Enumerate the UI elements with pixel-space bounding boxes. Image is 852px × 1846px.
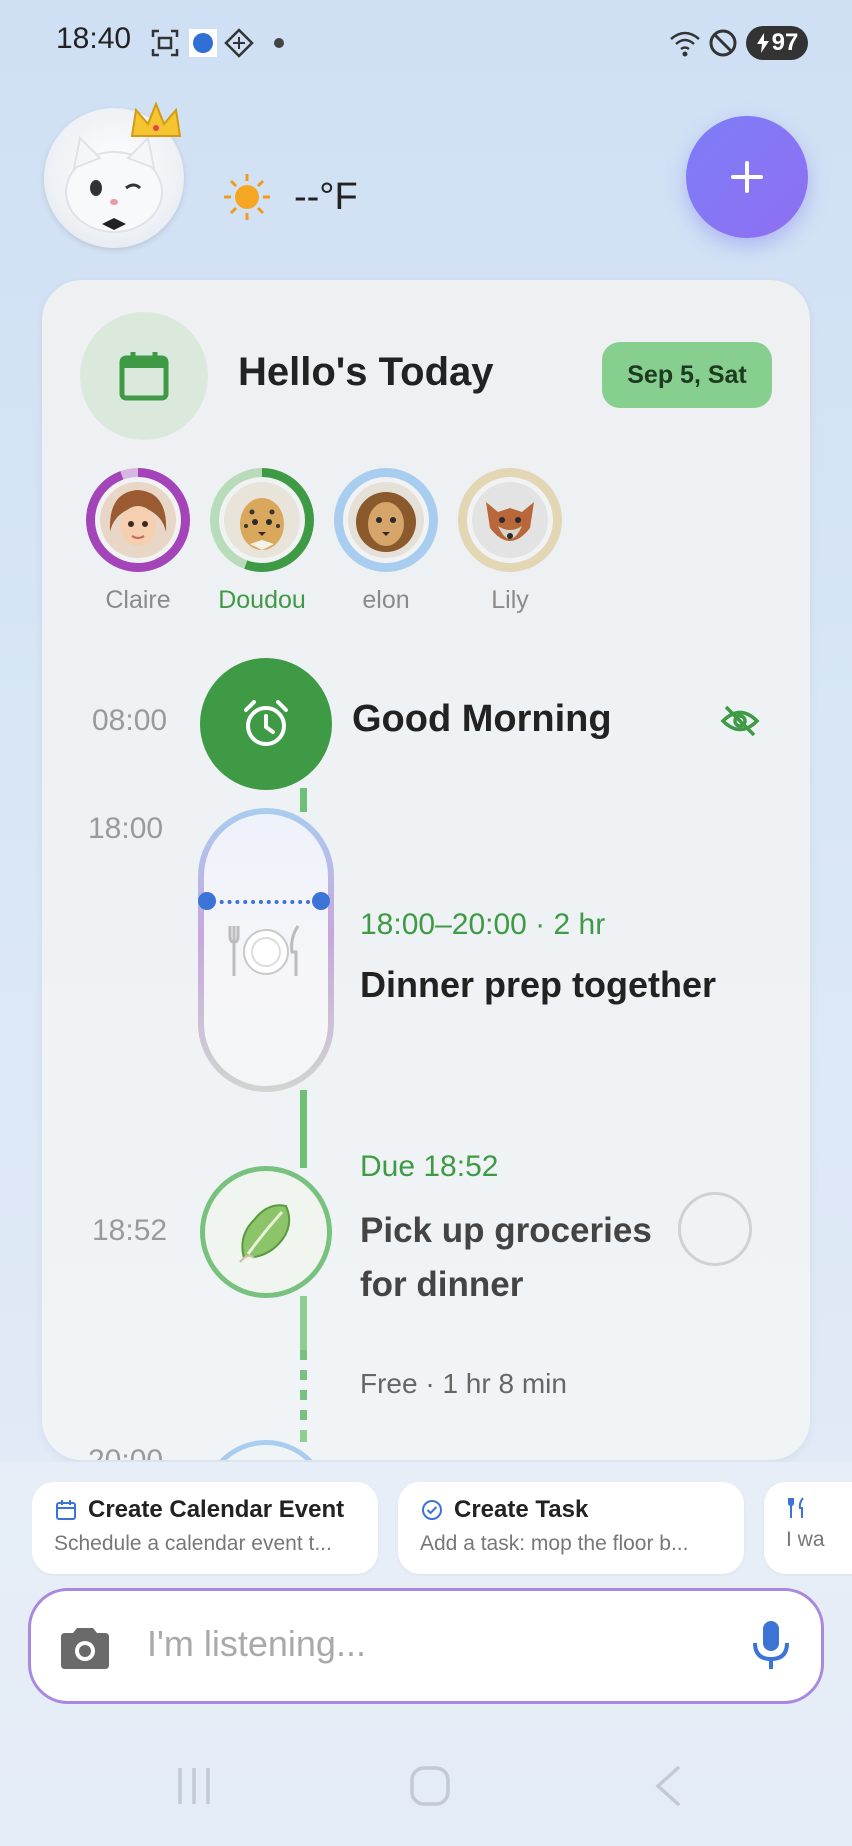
member-ring bbox=[334, 468, 438, 572]
input-placeholder: I'm listening... bbox=[147, 1623, 366, 1664]
system-nav-bar bbox=[0, 1730, 852, 1846]
suggestion-chip-calendar[interactable]: Create Calendar Event Schedule a calenda… bbox=[32, 1482, 378, 1574]
member-list: Claire Doudou elon Lily bbox=[86, 468, 562, 615]
charging-icon bbox=[756, 33, 769, 53]
alarm-clock-icon bbox=[244, 700, 288, 746]
chip-title: Create Task bbox=[454, 1496, 589, 1523]
member-name: Claire bbox=[105, 586, 171, 614]
task-complete-checkbox[interactable] bbox=[678, 1192, 752, 1266]
suggestion-chips: Create Calendar Event Schedule a calenda… bbox=[32, 1482, 852, 1576]
lily-avatar bbox=[467, 477, 553, 563]
back-button[interactable] bbox=[650, 1764, 686, 1813]
time-indicator-dot bbox=[312, 892, 330, 910]
event-pill[interactable] bbox=[204, 814, 328, 1086]
today-card: Hello's Today Sep 5, Sat Claire Doudou e… bbox=[42, 280, 810, 1460]
girl-avatar-icon bbox=[100, 482, 176, 558]
suggestion-chip-meal[interactable]: I wa bbox=[764, 1482, 852, 1574]
plus-icon bbox=[731, 161, 763, 193]
app-notification-icon bbox=[188, 28, 218, 58]
diamond-app-icon bbox=[224, 28, 254, 58]
timeline-connector bbox=[300, 1296, 307, 1352]
free-time-text: Free · 1 hr 8 min bbox=[360, 1368, 567, 1399]
add-button[interactable] bbox=[686, 116, 808, 238]
notification-dot bbox=[274, 38, 284, 48]
timeline-connector bbox=[300, 788, 307, 812]
lion-avatar-icon bbox=[348, 482, 424, 558]
date-badge[interactable]: Sep 5, Sat bbox=[602, 342, 772, 408]
time-label: 20:00 bbox=[88, 1444, 163, 1460]
time-label: 18:00 bbox=[88, 812, 164, 845]
wifi-icon bbox=[668, 28, 700, 58]
current-time-indicator bbox=[204, 900, 318, 904]
microphone-icon[interactable] bbox=[751, 1619, 791, 1676]
elon-avatar bbox=[343, 477, 429, 563]
member-ring bbox=[458, 468, 562, 572]
chip-subtitle: Add a task: mop the floor b... bbox=[420, 1532, 689, 1555]
battery-level: 97 bbox=[771, 29, 799, 56]
crown-icon bbox=[130, 101, 182, 137]
calendar-badge bbox=[80, 312, 208, 440]
battery-indicator: 97 bbox=[746, 26, 808, 60]
recent-apps-button[interactable] bbox=[172, 1764, 216, 1813]
chip-subtitle: Schedule a calendar event t... bbox=[54, 1532, 332, 1555]
member-name: Lily bbox=[491, 586, 529, 614]
wake-title: Good Morning bbox=[352, 698, 612, 740]
hide-eye-icon[interactable] bbox=[720, 704, 760, 743]
sun-icon bbox=[224, 174, 270, 220]
home-button[interactable] bbox=[408, 1764, 452, 1813]
screenshot-icon bbox=[150, 28, 180, 58]
check-circle-icon bbox=[422, 1500, 442, 1520]
doudou-avatar bbox=[219, 477, 305, 563]
event-title[interactable]: Dinner prep together bbox=[360, 964, 716, 1006]
time-label: 08:00 bbox=[92, 704, 168, 737]
assistant-input[interactable]: I'm listening... bbox=[28, 1588, 824, 1704]
time-indicator-dot bbox=[198, 892, 216, 910]
member-ring bbox=[86, 468, 190, 572]
card-title: Hello's Today bbox=[238, 350, 494, 394]
alarm-badge[interactable] bbox=[200, 658, 332, 790]
member-doudou[interactable]: Doudou bbox=[210, 468, 314, 615]
calendar-icon bbox=[119, 352, 169, 401]
weather-widget[interactable]: --°F bbox=[222, 172, 358, 222]
member-elon[interactable]: elon bbox=[334, 468, 438, 615]
do-not-disturb-icon bbox=[708, 28, 738, 58]
claire-avatar bbox=[95, 477, 181, 563]
lettuce-icon bbox=[239, 1204, 291, 1263]
utensils-icon bbox=[788, 1497, 804, 1518]
member-name: elon bbox=[362, 586, 410, 614]
task-title[interactable]: Pick up groceries for dinner bbox=[360, 1204, 680, 1312]
plate-utensils-icon bbox=[228, 925, 300, 976]
suggestion-chip-task[interactable]: Create Task Add a task: mop the floor b.… bbox=[398, 1482, 744, 1574]
temperature: --°F bbox=[294, 175, 358, 218]
task-due: Due 18:52 bbox=[360, 1150, 499, 1183]
chip-subtitle: I wa bbox=[786, 1528, 825, 1551]
member-lily[interactable]: Lily bbox=[458, 468, 562, 615]
status-bar: 18:40 97 bbox=[0, 0, 852, 90]
camera-icon[interactable] bbox=[57, 1625, 113, 1676]
fox-avatar-icon bbox=[472, 482, 548, 558]
profile-avatar[interactable] bbox=[44, 101, 184, 248]
member-claire[interactable]: Claire bbox=[86, 468, 190, 615]
chip-title: Create Calendar Event bbox=[88, 1496, 345, 1523]
member-ring bbox=[210, 468, 314, 572]
timeline-connector bbox=[300, 1430, 307, 1442]
timeline-free-gap bbox=[300, 1350, 307, 1430]
cheetah-avatar-icon bbox=[224, 482, 300, 558]
task-badge[interactable] bbox=[200, 1166, 332, 1298]
member-name: Doudou bbox=[218, 586, 306, 614]
time-label: 18:52 bbox=[92, 1214, 168, 1247]
event-time-range: 18:00–20:00 · 2 hr bbox=[360, 908, 606, 941]
next-event-badge[interactable] bbox=[202, 1440, 330, 1460]
timeline-connector bbox=[300, 1090, 307, 1168]
status-time: 18:40 bbox=[56, 22, 132, 55]
calendar-icon bbox=[56, 1500, 76, 1520]
